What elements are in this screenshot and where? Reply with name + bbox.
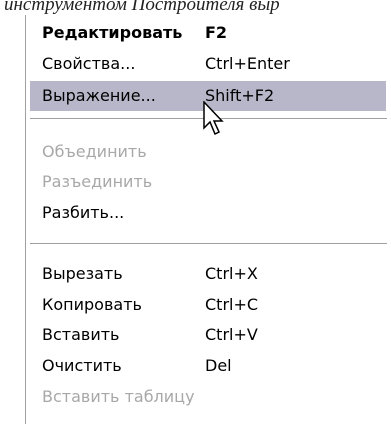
menu-item-paste[interactable]: Вставить Ctrl+V [30, 320, 386, 350]
menu-item-paste-table[interactable]: Вставить таблицу [30, 382, 386, 412]
menu-item-shortcut: F2 [205, 23, 228, 42]
menu-item-clear[interactable]: Очистить Del [30, 351, 386, 381]
menu-item-edit[interactable]: Редактировать F2 [30, 18, 386, 48]
menu-item-label: Редактировать [42, 23, 183, 42]
menu-item-label: Объединить [42, 142, 147, 161]
menu-item-split[interactable]: Разбить... [30, 198, 386, 228]
context-menu: Редактировать F2 Свойства... Ctrl+Enter … [25, 15, 391, 424]
menu-item-label: Копировать [42, 295, 142, 314]
menu-item-shortcut: Ctrl+X [205, 264, 258, 283]
document-text-fragment: инструментом Построителя выр [4, 0, 280, 15]
menu-item-merge[interactable]: Объединить [30, 137, 386, 167]
menu-item-shortcut: Ctrl+C [205, 295, 259, 314]
menu-item-shortcut: Del [205, 356, 232, 375]
menu-item-label: Разбить... [42, 203, 125, 222]
menu-item-label: Вставить [42, 325, 120, 344]
menu-item-properties[interactable]: Свойства... Ctrl+Enter [30, 49, 386, 79]
menu-item-shortcut: Ctrl+V [205, 325, 258, 344]
menu-item-label: Очистить [42, 356, 122, 375]
menu-item-label: Разъединить [42, 172, 153, 191]
menu-separator [30, 243, 387, 244]
menu-item-label: Вырезать [42, 264, 123, 283]
menu-item-shortcut: Ctrl+Enter [205, 54, 290, 73]
menu-item-label: Выражение... [42, 86, 156, 105]
menu-item-label: Свойства... [42, 54, 136, 73]
menu-item-unmerge[interactable]: Разъединить [30, 167, 386, 197]
mouse-pointer-icon [203, 101, 224, 136]
menu-item-cut[interactable]: Вырезать Ctrl+X [30, 259, 386, 289]
menu-item-copy[interactable]: Копировать Ctrl+C [30, 290, 386, 320]
menu-item-label: Вставить таблицу [42, 387, 195, 406]
